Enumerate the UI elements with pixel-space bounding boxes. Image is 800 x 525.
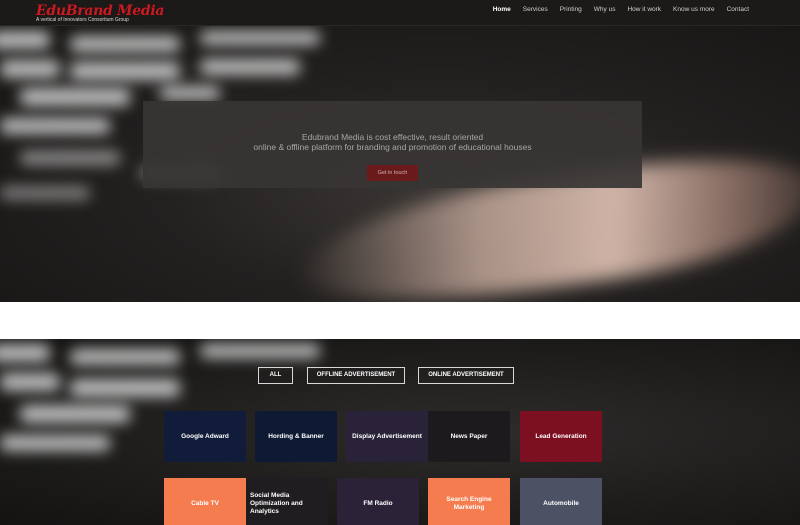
services-section: ALL OFFLINE ADVERTISEMENT ONLINE ADVERTI… (0, 339, 800, 525)
main-nav: Home Services Printing Why us How it wor… (487, 6, 755, 14)
tile-fm-radio[interactable]: FM Radio (337, 478, 419, 525)
nav-item-contact[interactable]: Contact (721, 6, 755, 14)
tile-google-adward[interactable]: Google Adward (164, 411, 246, 462)
hero-section: Edubrand Media is cost effective, result… (0, 26, 800, 302)
hero-background-decor (0, 31, 50, 49)
tile-social-media-optimization[interactable]: Social Media Optimization and Analytics (246, 478, 328, 525)
tile-news-paper[interactable]: News Paper (428, 411, 510, 462)
section-background-decor (20, 405, 130, 423)
brand-name: EduBrand Media (36, 3, 165, 19)
hero-background-decor (200, 59, 300, 75)
tile-display-advertisement[interactable]: Display Advertisement (346, 411, 428, 462)
nav-item-printing[interactable]: Printing (554, 6, 588, 14)
hero-text-line2: online & offline platform for branding a… (253, 142, 532, 152)
hero-background-decor (70, 62, 180, 80)
filter-all-button[interactable]: ALL (258, 367, 293, 384)
hero-background-decor (160, 86, 220, 100)
hero-caption-box: Edubrand Media is cost effective, result… (143, 101, 642, 188)
filter-online-button[interactable]: ONLINE ADVERTISEMENT (418, 367, 514, 384)
hero-text: Edubrand Media is cost effective, result… (143, 132, 642, 152)
hero-text-line1: Edubrand Media is cost effective, result… (301, 132, 484, 142)
hero-background-decor (200, 31, 320, 45)
get-in-touch-button[interactable]: Get in touch (367, 165, 418, 181)
tile-search-engine-marketing[interactable]: Search Engine Marketing (428, 478, 510, 525)
tile-hording-banner[interactable]: Hording & Banner (255, 411, 337, 462)
filter-offline-button[interactable]: OFFLINE ADVERTISEMENT (307, 367, 405, 384)
brand-logo[interactable]: EduBrand Media A vertical of Innovators … (36, 4, 164, 23)
tile-automobile[interactable]: Automobile (520, 478, 602, 525)
hero-background-decor (0, 186, 90, 200)
section-background-decor (0, 435, 110, 451)
hero-background-decor (70, 36, 180, 52)
hero-background-decor (0, 118, 110, 134)
hero-background-decor (0, 60, 60, 78)
tile-lead-generation[interactable]: Lead Generation (520, 411, 602, 462)
nav-item-know-us-more[interactable]: Know us more (667, 6, 721, 14)
section-background-decor (0, 344, 50, 362)
nav-item-home[interactable]: Home (487, 6, 517, 14)
section-background-decor (0, 373, 60, 391)
section-background-decor (70, 349, 180, 365)
section-background-decor (70, 379, 180, 397)
hero-background-decor (20, 88, 130, 106)
hero-background-decor (20, 151, 120, 165)
top-navbar: EduBrand Media A vertical of Innovators … (0, 0, 800, 26)
nav-item-services[interactable]: Services (517, 6, 554, 14)
nav-item-why-us[interactable]: Why us (588, 6, 622, 14)
section-background-decor (200, 344, 320, 358)
tile-cable-tv[interactable]: Cable TV (164, 478, 246, 525)
nav-item-how-it-work[interactable]: How it work (621, 6, 667, 14)
